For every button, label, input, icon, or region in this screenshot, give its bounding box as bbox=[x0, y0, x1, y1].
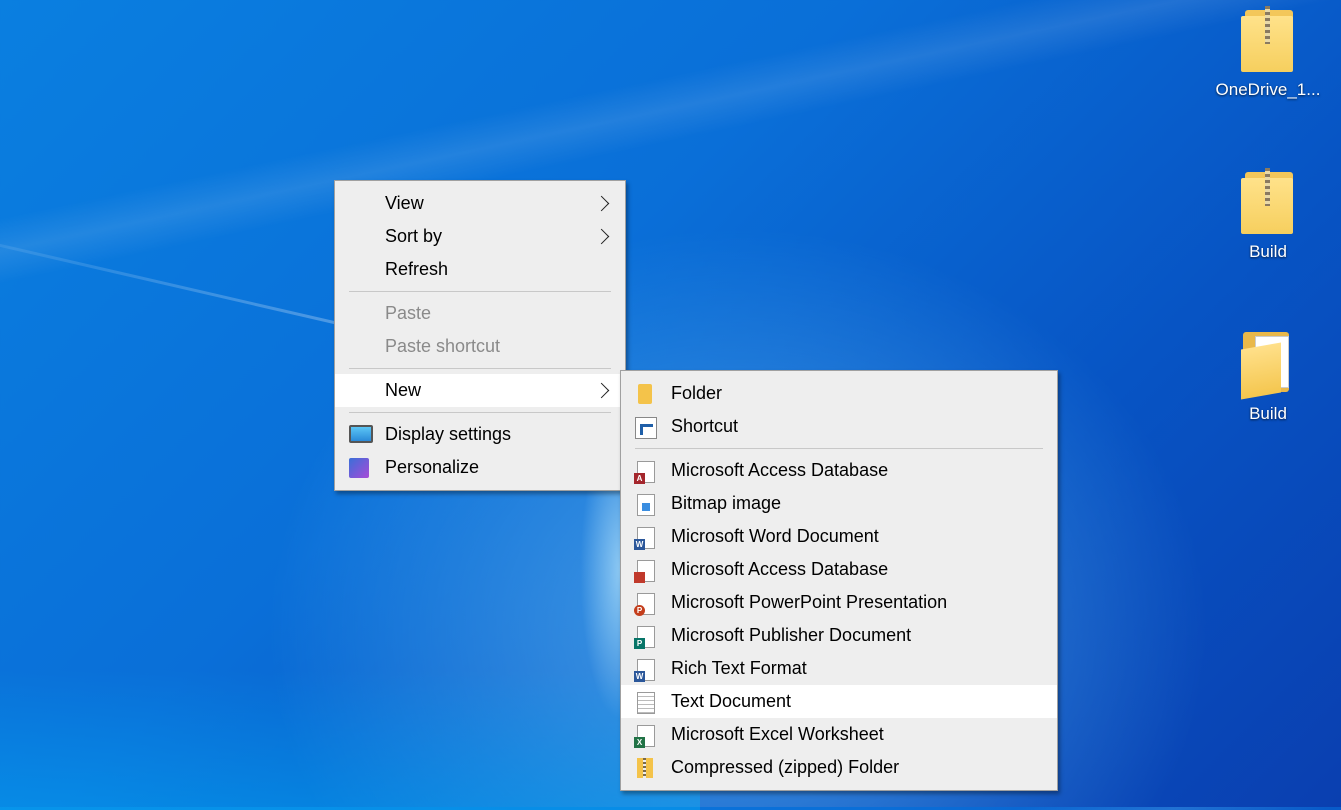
word-icon: W bbox=[634, 659, 655, 682]
chevron-right-icon bbox=[593, 382, 610, 399]
submenu-item-text-document[interactable]: Text Document bbox=[621, 685, 1057, 718]
menu-item-view[interactable]: View bbox=[335, 187, 625, 220]
menu-item-personalize[interactable]: Personalize bbox=[335, 451, 625, 484]
menu-item-label: Compressed (zipped) Folder bbox=[671, 757, 900, 777]
menu-item-label: Microsoft Word Document bbox=[671, 526, 879, 546]
desktop-icon-label: OneDrive_1... bbox=[1215, 80, 1321, 99]
menu-item-label: Rich Text Format bbox=[671, 658, 807, 678]
menu-separator bbox=[349, 412, 611, 413]
menu-item-refresh[interactable]: Refresh bbox=[335, 253, 625, 286]
submenu-item-powerpoint[interactable]: P Microsoft PowerPoint Presentation bbox=[621, 586, 1057, 619]
menu-item-label: Personalize bbox=[385, 457, 480, 477]
menu-separator bbox=[349, 291, 611, 292]
submenu-item-excel[interactable]: X Microsoft Excel Worksheet bbox=[621, 718, 1057, 751]
publisher-icon: P bbox=[634, 626, 655, 649]
submenu-item-access-database[interactable]: A Microsoft Access Database bbox=[621, 454, 1057, 487]
powerpoint-icon: P bbox=[634, 593, 655, 616]
submenu-item-shortcut[interactable]: Shortcut bbox=[621, 410, 1057, 443]
menu-item-label: View bbox=[385, 193, 424, 213]
folder-icon bbox=[638, 384, 652, 404]
text-document-icon bbox=[637, 692, 655, 714]
menu-item-sort-by[interactable]: Sort by bbox=[335, 220, 625, 253]
access-icon bbox=[634, 560, 655, 583]
open-folder-icon bbox=[1241, 330, 1295, 400]
submenu-item-bitmap-image[interactable]: Bitmap image bbox=[621, 487, 1057, 520]
menu-item-label: Sort by bbox=[385, 226, 443, 246]
shortcut-icon bbox=[635, 417, 657, 439]
menu-item-label: Microsoft Publisher Document bbox=[671, 625, 912, 645]
new-submenu: Folder Shortcut A Microsoft Access Datab… bbox=[620, 370, 1058, 791]
desktop-icon-build-zip[interactable]: Build bbox=[1208, 168, 1328, 262]
menu-item-label: Display settings bbox=[385, 424, 512, 444]
menu-item-label: Microsoft Access Database bbox=[671, 460, 889, 480]
menu-item-label: New bbox=[385, 380, 422, 400]
submenu-item-publisher[interactable]: P Microsoft Publisher Document bbox=[621, 619, 1057, 652]
menu-item-display-settings[interactable]: Display settings bbox=[335, 418, 625, 451]
chevron-right-icon bbox=[593, 195, 610, 212]
word-icon: W bbox=[634, 527, 655, 550]
menu-separator bbox=[635, 448, 1043, 449]
menu-separator bbox=[349, 368, 611, 369]
desktop-icon-build-folder[interactable]: Build bbox=[1208, 330, 1328, 424]
menu-item-label: Shortcut bbox=[671, 416, 739, 436]
menu-item-label: Microsoft Excel Worksheet bbox=[671, 724, 884, 744]
bitmap-icon bbox=[637, 494, 655, 516]
menu-item-label: Refresh bbox=[385, 259, 449, 279]
menu-item-new[interactable]: New bbox=[335, 374, 625, 407]
desktop-icon-onedrive[interactable]: OneDrive_1... bbox=[1208, 6, 1328, 100]
submenu-item-word-document[interactable]: W Microsoft Word Document bbox=[621, 520, 1057, 553]
menu-item-label: Bitmap image bbox=[671, 493, 782, 513]
submenu-item-zipped-folder[interactable]: Compressed (zipped) Folder bbox=[621, 751, 1057, 784]
personalize-icon bbox=[349, 458, 369, 478]
submenu-item-rich-text[interactable]: W Rich Text Format bbox=[621, 652, 1057, 685]
zip-folder-icon bbox=[1241, 6, 1295, 74]
menu-item-label: Microsoft Access Database bbox=[671, 559, 889, 579]
menu-item-label: Paste shortcut bbox=[385, 336, 501, 356]
monitor-icon bbox=[349, 425, 373, 443]
menu-item-label: Paste bbox=[385, 303, 432, 323]
access-icon: A bbox=[634, 461, 655, 484]
desktop-context-menu: View Sort by Refresh Paste Paste shortcu… bbox=[334, 180, 626, 491]
chevron-right-icon bbox=[593, 228, 610, 245]
menu-item-label: Microsoft PowerPoint Presentation bbox=[671, 592, 948, 612]
menu-item-paste-shortcut: Paste shortcut bbox=[335, 330, 625, 363]
excel-icon: X bbox=[634, 725, 655, 748]
zip-folder-icon bbox=[637, 758, 653, 778]
desktop-icon-label: Build bbox=[1249, 242, 1287, 261]
desktop-icon-label: Build bbox=[1249, 404, 1287, 423]
menu-item-label: Text Document bbox=[671, 691, 792, 711]
zip-folder-icon bbox=[1241, 168, 1295, 236]
menu-item-paste: Paste bbox=[335, 297, 625, 330]
submenu-item-access-database-2[interactable]: Microsoft Access Database bbox=[621, 553, 1057, 586]
submenu-item-folder[interactable]: Folder bbox=[621, 377, 1057, 410]
menu-item-label: Folder bbox=[671, 383, 723, 403]
